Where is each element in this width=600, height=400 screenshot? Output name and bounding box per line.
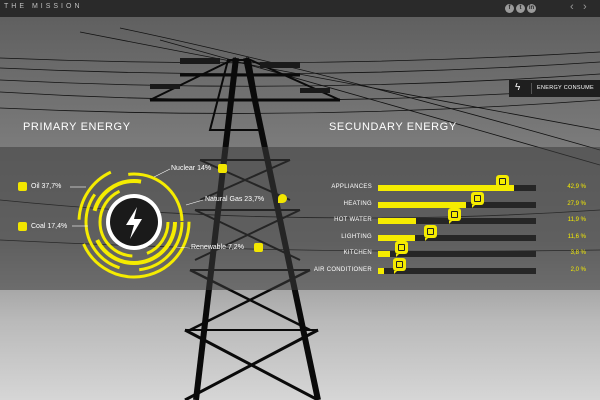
brand-title[interactable]: THE MISSION [4,3,83,10]
bar-fill [378,234,415,241]
gas-flame-icon [278,194,287,203]
bar-fill [378,251,390,258]
phone-icon [424,224,437,241]
flame-icon [471,191,484,208]
bar-track [378,185,536,191]
phone-icon-glyph [427,227,434,235]
legend-renewable: Renewable 7,2% [191,244,244,251]
kitchen-icon-glyph [398,244,405,252]
primary-energy-title: PRIMARY ENERGY [23,121,131,133]
bar-track [378,234,536,241]
legend-nuclear: Nuclear 14% [171,165,212,172]
bar-label-hot-water: HOT WATER [334,217,372,224]
legend-coal: Coal 17,4% [31,223,68,230]
tv-icon [496,175,509,191]
air-conditioner-icon [393,258,406,274]
twitter-icon[interactable]: t [516,4,525,13]
thermometer-icon-glyph [451,211,458,219]
top-bar: THE MISSION f t in ‹ › [0,0,600,17]
divider [531,83,532,94]
bar-value: 42,9 % [567,184,586,190]
oil-barrel-icon [18,182,27,191]
bar-value: 11,9 % [567,217,586,224]
bar-value: 3,8 % [570,250,586,257]
bar-value: 2,0 % [570,267,586,273]
energy-consume-tab[interactable]: ϟ ENERGY CONSUME [509,80,600,97]
bar-value: 11,6 % [567,233,586,240]
secondary-energy-title: SECUNDARY ENERGY [329,121,457,133]
coal-icon [18,222,27,231]
bar-label-kitchen: KITCHEN [343,250,372,257]
bar-fill [378,218,416,225]
bar-label-air-conditioner: AIR CONDITIONER [313,267,372,273]
bar-value: 27,9 % [567,200,586,207]
tv-icon-glyph [499,178,506,185]
primary-energy-radial-chart [70,165,204,279]
legend-oil: Oil 37,7% [31,183,62,190]
bolt-icon: ϟ [515,82,521,93]
bar-track [378,201,536,208]
nuclear-plant-icon [218,164,227,173]
recycle-icon [254,243,263,252]
flame-icon-glyph [474,194,481,202]
legend-natural-gas: Natural Gas 23,7% [205,196,265,203]
energy-consume-label: ENERGY CONSUME [537,85,594,91]
bar-fill [378,201,467,208]
kitchen-icon [395,241,408,258]
facebook-icon[interactable]: f [505,4,514,13]
bar-label-appliances: APPLIANCES [331,184,372,190]
bar-fill [378,268,385,274]
linkedin-icon[interactable]: in [527,4,536,13]
thermometer-icon [448,208,461,225]
bar-label-lighting: LIGHTING [341,233,372,240]
next-arrow-icon[interactable]: › [583,2,587,13]
air-conditioner-icon-glyph [396,261,403,268]
bar-fill [378,185,514,191]
prev-arrow-icon[interactable]: ‹ [570,2,574,13]
bar-label-heating: HEATING [343,200,372,207]
